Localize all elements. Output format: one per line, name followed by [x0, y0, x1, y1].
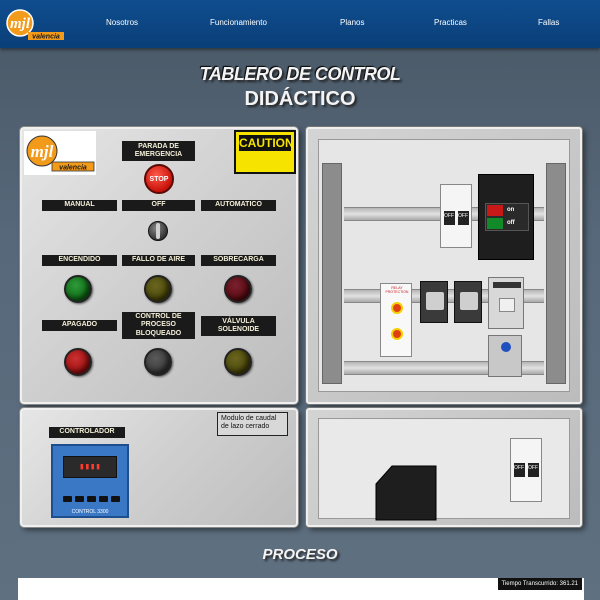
electrical-cabinet: OFF OFF on off RELAY PROTECTION: [306, 127, 582, 404]
controller-key[interactable]: [87, 496, 96, 502]
relay-dial-icon[interactable]: [391, 328, 403, 340]
mode-selector-switch[interactable]: [148, 221, 168, 241]
thermal-overload[interactable]: [488, 335, 522, 377]
proceso-bloqueado-lamp[interactable]: [144, 348, 172, 376]
protection-relay[interactable]: RELAY PROTECTION: [380, 283, 412, 357]
nav-funcionamiento[interactable]: Funcionamiento: [210, 18, 267, 27]
nav-practicas[interactable]: Practicas: [434, 18, 467, 27]
controller-key[interactable]: [111, 496, 120, 502]
fallo-aire-plate: FALLO DE AIRE: [122, 255, 195, 266]
manual-plate: MANUAL: [42, 200, 117, 211]
contactor-2[interactable]: [454, 281, 482, 323]
panel-logo-text: valencia: [59, 164, 87, 171]
relay-label: RELAY PROTECTION: [385, 286, 409, 294]
nav-planos[interactable]: Planos: [340, 18, 364, 27]
controlador-plate: CONTROLADOR: [49, 427, 125, 438]
sobrecarga-lamp[interactable]: [224, 275, 252, 303]
main-breaker[interactable]: on off: [478, 174, 534, 260]
panel-logo: mjl valencia: [24, 131, 96, 175]
lower-cabinet: OFF OFF: [306, 408, 582, 527]
top-nav-bar: mjl valencia Nosotros Funcionamiento Pla…: [0, 0, 600, 48]
emergency-stop-button[interactable]: STOP: [144, 164, 174, 194]
cable-gland-plate: [375, 465, 437, 521]
controller-display: ▮▮▮▮: [63, 456, 117, 478]
proceso-bloqueado-plate: CONTROL DE PROCESO BLOQUEADO: [122, 312, 195, 339]
flow-module-note: Modulo de caudal de lazo cerrado: [217, 412, 288, 436]
sobrecarga-plate: SOBRECARGA: [201, 255, 276, 266]
elapsed-time-badge: Tiempo Transcurrido: 361.21: [497, 578, 582, 590]
controller-key[interactable]: [63, 496, 72, 502]
caution-label: CAUTION: [239, 135, 294, 151]
lower-breaker-off-2: OFF: [528, 465, 538, 471]
brand-logo[interactable]: mjl valencia: [6, 6, 66, 42]
contactor-1[interactable]: [420, 281, 448, 323]
main-breaker-off: off: [507, 220, 515, 226]
fallo-aire-lamp[interactable]: [144, 275, 172, 303]
process-controller[interactable]: ▮▮▮▮ CONTROL 3300: [51, 444, 129, 518]
caution-sign: CAUTION: [234, 130, 296, 174]
wire-duct-left: [322, 163, 342, 384]
encendido-plate: ENCENDIDO: [42, 255, 117, 266]
main-breaker-on: on: [507, 207, 515, 213]
wire-duct-right: [546, 163, 566, 384]
page-title-line2: DIDÁCTICO: [244, 88, 356, 110]
controller-key[interactable]: [75, 496, 84, 502]
relay-dial-icon[interactable]: [391, 302, 403, 314]
mini-breaker[interactable]: OFF OFF: [440, 184, 472, 248]
logo-text: valencia: [32, 34, 60, 41]
lower-breaker[interactable]: OFF OFF: [510, 438, 542, 502]
lower-breaker-off-1: OFF: [514, 465, 524, 471]
panel-logo-mark: mjl: [31, 142, 54, 161]
page-title-line1: TABLERO DE CONTROL: [199, 64, 401, 84]
controller-key[interactable]: [99, 496, 108, 502]
contactor-3[interactable]: [488, 277, 524, 329]
controller-model-label: CONTROL 3300: [71, 509, 109, 515]
nav-fallas[interactable]: Fallas: [538, 18, 559, 27]
process-title: PROCESO: [262, 546, 338, 563]
valvula-solenoide-plate: VÁLVULA SOLENOIDE: [201, 316, 276, 336]
off-plate: OFF: [122, 200, 195, 211]
apagado-lamp[interactable]: [64, 348, 92, 376]
emergency-stop-plate: PARADA DE EMERGENCIA: [122, 141, 195, 161]
nav-nosotros[interactable]: Nosotros: [106, 18, 138, 27]
logo-mark: mjl: [10, 16, 31, 32]
apagado-plate: APAGADO: [42, 320, 117, 331]
valvula-solenoide-lamp[interactable]: [224, 348, 252, 376]
automatico-plate: AUTOMATICO: [201, 200, 276, 211]
mini-breaker-off-1: OFF: [444, 213, 454, 219]
mini-breaker-off-2: OFF: [458, 213, 468, 219]
encendido-lamp[interactable]: [64, 275, 92, 303]
